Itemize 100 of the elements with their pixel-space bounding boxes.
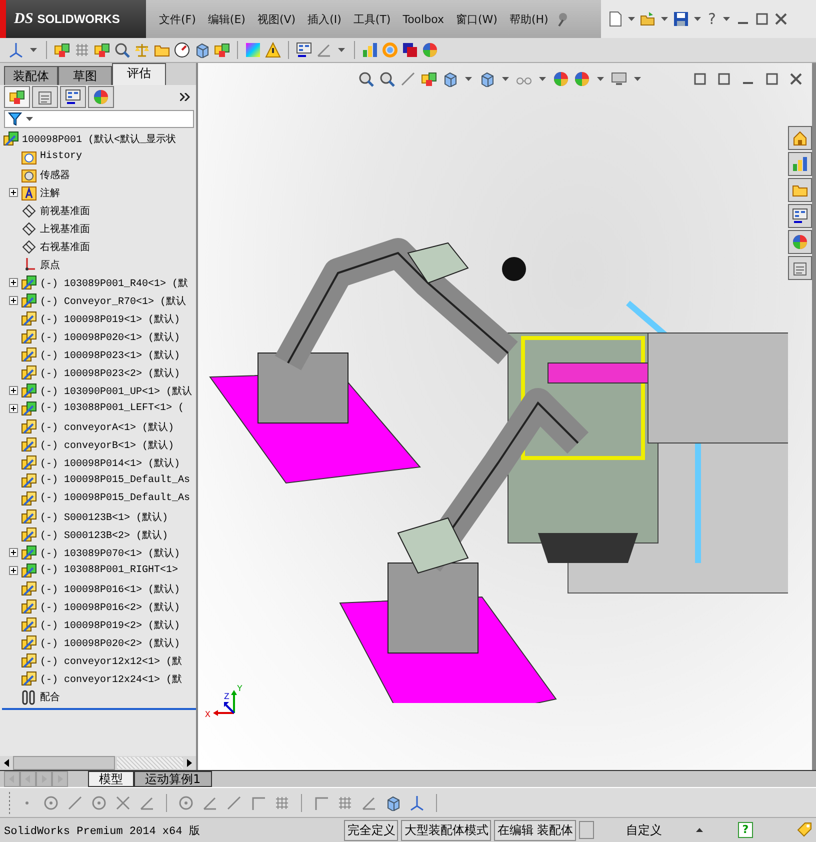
form-arrow-icon[interactable] bbox=[792, 208, 808, 224]
expand-chevron-icon[interactable] bbox=[180, 92, 190, 101]
expand-plus-icon[interactable] bbox=[9, 386, 18, 396]
panel-tab[interactable]: 评估 bbox=[112, 62, 166, 85]
house-icon[interactable] bbox=[792, 130, 808, 146]
caret-icon[interactable] bbox=[628, 17, 635, 21]
tree-item[interactable]: (-) 100098P020<1> (默认) bbox=[40, 330, 180, 344]
restore-icon[interactable] bbox=[692, 70, 708, 87]
tag-icon[interactable] bbox=[796, 822, 812, 838]
menu-item[interactable]: 文件(F) bbox=[154, 8, 201, 30]
expand-plus-icon[interactable] bbox=[9, 278, 18, 288]
model-tab[interactable]: 运动算例1 bbox=[134, 771, 212, 788]
tree-item[interactable]: History bbox=[40, 151, 82, 162]
color-ball-icon[interactable] bbox=[422, 42, 438, 58]
model-tab[interactable]: 模型 bbox=[88, 771, 134, 788]
restore-icon[interactable] bbox=[754, 11, 770, 27]
tree-item[interactable]: (-) 103089P070<1> (默认) bbox=[40, 546, 180, 560]
caret-up-icon[interactable] bbox=[696, 828, 703, 832]
tree-item[interactable]: (-) 100098P014<1> (默认) bbox=[40, 456, 180, 470]
angle-icon[interactable] bbox=[139, 794, 155, 811]
expand-plus-icon[interactable] bbox=[9, 404, 18, 414]
blocks-icon[interactable] bbox=[94, 42, 110, 58]
color-ball-icon[interactable] bbox=[93, 88, 109, 105]
tree-item[interactable]: 右视基准面 bbox=[40, 240, 90, 254]
corner-icon[interactable] bbox=[250, 794, 266, 811]
line-icon[interactable] bbox=[67, 794, 83, 811]
angle-icon[interactable] bbox=[361, 794, 377, 811]
tree-item[interactable]: (-) 100098P016<2> (默认) bbox=[40, 600, 180, 614]
corner-icon[interactable] bbox=[313, 794, 329, 811]
tree-item[interactable]: 注解 bbox=[40, 186, 60, 200]
gauge-icon[interactable] bbox=[174, 42, 190, 58]
tree-item[interactable]: 传感器 bbox=[40, 168, 70, 182]
tree-item[interactable]: (-) 103090P001_UP<1> (默认 bbox=[40, 384, 192, 398]
tree-item[interactable]: (-) 100098P023<2> (默认) bbox=[40, 366, 180, 380]
warning-icon[interactable] bbox=[265, 42, 281, 58]
tree-item[interactable]: (-) 100098P019<2> (默认) bbox=[40, 618, 180, 632]
tree-item[interactable]: 100098P001 (默认<默认_显示状 bbox=[22, 132, 176, 146]
circle-icon[interactable] bbox=[43, 794, 59, 811]
caret-icon[interactable] bbox=[661, 17, 668, 21]
new-document-icon[interactable] bbox=[607, 11, 623, 27]
circle-icon[interactable] bbox=[91, 794, 107, 811]
overlapping-squares-icon[interactable] bbox=[402, 42, 418, 58]
scroll-right-icon[interactable] bbox=[185, 759, 193, 768]
bar-chart-icon[interactable] bbox=[792, 156, 808, 172]
expand-plus-icon[interactable] bbox=[9, 296, 18, 306]
caret-icon[interactable] bbox=[26, 116, 33, 121]
blocks-icon[interactable] bbox=[421, 70, 437, 87]
tree-item[interactable]: (-) 100098P020<2> (默认) bbox=[40, 636, 180, 650]
menu-item[interactable]: Toolbox bbox=[398, 10, 449, 28]
menu-item[interactable]: 插入(I) bbox=[302, 8, 346, 30]
grid-icon[interactable] bbox=[74, 42, 90, 58]
blocks-icon[interactable] bbox=[9, 88, 25, 105]
restore-icon[interactable] bbox=[716, 70, 732, 87]
bar-chart-icon[interactable] bbox=[362, 42, 378, 58]
menu-item[interactable]: 窗口(W) bbox=[450, 8, 502, 30]
line-icon[interactable] bbox=[226, 794, 242, 811]
triad-axis-icon[interactable] bbox=[409, 794, 425, 811]
color-ball-icon[interactable] bbox=[553, 70, 569, 87]
filter-icon[interactable] bbox=[8, 110, 22, 127]
tree-item[interactable]: (-) 103089P001_R40<1> (默 bbox=[40, 276, 188, 290]
form-arrow-icon[interactable] bbox=[65, 88, 81, 105]
caret-icon[interactable] bbox=[502, 76, 509, 81]
triad-axis-icon[interactable] bbox=[8, 42, 24, 58]
panel-tab[interactable]: 装配体 bbox=[4, 66, 58, 85]
caret-icon[interactable] bbox=[30, 48, 37, 52]
color-ball-icon[interactable] bbox=[574, 70, 590, 87]
form-arrow-icon[interactable] bbox=[296, 42, 312, 58]
caret-icon[interactable] bbox=[722, 17, 730, 21]
restore-icon[interactable] bbox=[764, 70, 780, 87]
tree-item[interactable]: (-) 103088P001_RIGHT<1> bbox=[40, 565, 178, 576]
save-icon[interactable] bbox=[673, 11, 689, 27]
monitor-icon[interactable] bbox=[611, 70, 627, 87]
help-button[interactable]: ? bbox=[738, 822, 753, 838]
caret-icon[interactable] bbox=[465, 76, 472, 81]
filter-field[interactable] bbox=[4, 110, 194, 128]
magnifier-icon[interactable] bbox=[379, 70, 395, 87]
scroll-left-icon[interactable] bbox=[3, 759, 11, 768]
tree-item[interactable]: (-) Conveyor_R70<1> (默认 bbox=[40, 294, 186, 308]
cube-icon[interactable] bbox=[479, 70, 495, 87]
tree-item[interactable]: (-) conveyor12x24<1> (默 bbox=[40, 672, 182, 686]
magnifier-icon[interactable] bbox=[114, 42, 130, 58]
color-ball-icon[interactable] bbox=[792, 234, 808, 250]
cube-icon[interactable] bbox=[385, 794, 401, 811]
expand-plus-icon[interactable] bbox=[9, 188, 18, 198]
tree-item[interactable]: 原点 bbox=[40, 258, 60, 272]
tree-item[interactable]: (-) conveyorA<1> (默认) bbox=[40, 420, 174, 434]
grid-icon[interactable] bbox=[337, 794, 353, 811]
expand-plus-icon[interactable] bbox=[9, 566, 18, 576]
tree-item[interactable]: 上视基准面 bbox=[40, 222, 90, 236]
caret-icon[interactable] bbox=[634, 76, 641, 81]
tree-item[interactable]: (-) 100098P023<1> (默认) bbox=[40, 348, 180, 362]
close-icon[interactable] bbox=[772, 11, 789, 27]
tree-item[interactable]: (-) 100098P015_Default_As bbox=[40, 475, 190, 486]
tree-item[interactable]: (-) 100098P019<1> (默认) bbox=[40, 312, 180, 326]
tree-item[interactable]: (-) conveyorB<1> (默认) bbox=[40, 438, 174, 452]
caret-icon[interactable] bbox=[597, 76, 604, 81]
expand-plus-icon[interactable] bbox=[9, 548, 18, 558]
tree-item[interactable]: (-) S000123B<1> (默认) bbox=[40, 510, 168, 524]
help-button[interactable]: ? bbox=[706, 10, 718, 28]
angle-icon[interactable] bbox=[202, 794, 218, 811]
